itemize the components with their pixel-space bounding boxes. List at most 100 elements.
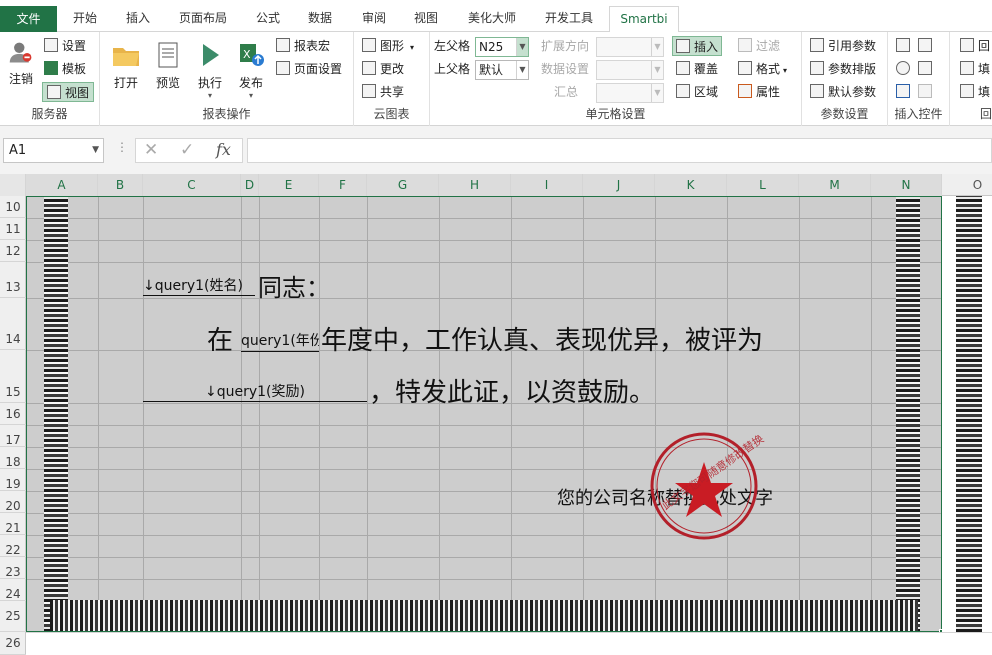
tab-insert[interactable]: 插入 (116, 7, 160, 31)
row-header[interactable]: 21 (0, 513, 26, 535)
data-setting-combo[interactable]: ▼ (596, 60, 664, 80)
property-button[interactable]: 属性 (738, 82, 780, 102)
column-header[interactable]: C (143, 174, 241, 196)
column-header[interactable]: A (26, 174, 98, 196)
tab-beautify-master[interactable]: 美化大师 (458, 7, 526, 31)
tab-developer[interactable]: 开发工具 (536, 7, 602, 31)
textbox-control-button[interactable] (896, 36, 914, 56)
certificate-region[interactable]: ↓query1(姓名) 同志： 在 query1(年份 年度中，工作认真、表现优… (26, 196, 942, 632)
insert-mode-button[interactable]: 插入 (672, 36, 723, 56)
checkbox-control-button[interactable] (896, 82, 914, 102)
chart-button[interactable]: 图形 ▾ (362, 36, 414, 56)
chevron-down-icon[interactable]: ▼ (92, 139, 99, 162)
row-header[interactable]: 15 (0, 350, 26, 403)
column-header[interactable]: K (655, 174, 727, 196)
extra-button-1[interactable]: 回 (960, 36, 990, 56)
logout-button[interactable]: 注销 (6, 40, 36, 87)
column-header[interactable]: M (799, 174, 871, 196)
open-button[interactable]: 打开 (110, 40, 142, 91)
overwrite-mode-button[interactable]: 覆盖 (676, 59, 718, 79)
column-header[interactable]: N (871, 174, 942, 196)
report-macro-button[interactable]: 报表宏 (276, 36, 330, 56)
award-field[interactable]: ↓query1(奖励) (143, 382, 367, 402)
extra-button-3[interactable]: 填 (960, 82, 990, 102)
view-label: 视图 (65, 86, 90, 100)
row-header[interactable]: 17 (0, 425, 26, 447)
summary-combo[interactable]: ▼ (596, 83, 664, 103)
column-header[interactable]: L (727, 174, 799, 196)
confirm-icon[interactable]: ✓ (180, 140, 194, 160)
column-header[interactable]: D (241, 174, 259, 196)
row-26-cells[interactable] (26, 632, 992, 655)
default-param-button[interactable]: 默认参数 (810, 82, 876, 102)
settings-button[interactable]: 设置 (44, 36, 86, 56)
left-parent-combo[interactable]: N25 ▼ (475, 37, 529, 57)
column-header[interactable]: J (583, 174, 655, 196)
publish-dropdown-icon[interactable]: ▾ (234, 91, 268, 100)
tab-data[interactable]: 数据 (298, 7, 342, 31)
tab-file[interactable]: 文件 (0, 6, 57, 32)
row-header[interactable]: 12 (0, 240, 26, 262)
tab-home[interactable]: 开始 (63, 7, 107, 31)
name-field[interactable]: ↓query1(姓名) (143, 276, 255, 296)
ref-param-button[interactable]: 引用参数 (810, 36, 876, 56)
chevron-down-icon[interactable]: ▼ (516, 38, 528, 56)
row-header[interactable]: 25 (0, 601, 26, 632)
chevron-down-icon[interactable]: ▼ (651, 38, 663, 56)
chevron-down-icon[interactable]: ▼ (516, 61, 528, 79)
extra-button-2[interactable]: 填 (960, 59, 990, 79)
change-button[interactable]: 更改 (362, 59, 404, 79)
row-header[interactable]: 18 (0, 447, 26, 469)
param-layout-button[interactable]: 参数排版 (810, 59, 876, 79)
cancel-icon[interactable]: ✕ (144, 140, 158, 160)
column-header[interactable]: B (98, 174, 143, 196)
list-control-button[interactable] (918, 82, 936, 102)
chevron-down-icon[interactable]: ▼ (651, 84, 663, 102)
template-button[interactable]: 模板 (44, 59, 86, 79)
row-header[interactable]: 10 (0, 196, 26, 218)
row-header[interactable]: 26 (0, 632, 26, 655)
column-header[interactable]: I (511, 174, 583, 196)
chevron-down-icon[interactable]: ▼ (651, 61, 663, 79)
view-button[interactable]: 视图 (42, 82, 95, 102)
row-header[interactable]: 11 (0, 218, 26, 240)
tree-control-button[interactable] (918, 59, 936, 79)
radio-control-button[interactable] (896, 59, 914, 79)
execute-dropdown-icon[interactable]: ▾ (194, 91, 226, 100)
name-box[interactable]: A1 ▼ (3, 138, 104, 163)
tab-view[interactable]: 视图 (404, 7, 448, 31)
formula-input[interactable] (247, 138, 992, 163)
row-header[interactable]: 24 (0, 579, 26, 601)
page-setup-button[interactable]: 页面设置 (276, 59, 342, 79)
expand-direction-combo[interactable]: ▼ (596, 37, 664, 57)
year-field[interactable]: query1(年份 (241, 330, 319, 352)
tab-page-layout[interactable]: 页面布局 (170, 7, 236, 31)
top-parent-combo[interactable]: 默认 ▼ (475, 60, 529, 80)
row-header[interactable]: 22 (0, 535, 26, 557)
column-header[interactable]: G (367, 174, 439, 196)
filter-button[interactable]: 过滤 (738, 36, 780, 56)
publish-button[interactable]: X 发布 ▾ (234, 40, 268, 100)
share-button[interactable]: 共享 (362, 82, 404, 102)
row-header[interactable]: 20 (0, 491, 26, 513)
row-header[interactable]: 13 (0, 262, 26, 298)
row-header[interactable]: 23 (0, 557, 26, 579)
select-all-corner[interactable] (0, 174, 26, 196)
format-button[interactable]: 格式 ▾ (738, 59, 787, 79)
row-header[interactable]: 19 (0, 469, 26, 491)
column-header[interactable]: H (439, 174, 511, 196)
column-header[interactable]: F (319, 174, 367, 196)
column-header[interactable]: O (942, 174, 992, 196)
row-header[interactable]: 14 (0, 298, 26, 350)
tab-smartbi[interactable]: Smartbi (609, 6, 679, 33)
tab-formulas[interactable]: 公式 (246, 7, 290, 31)
region-mode-button[interactable]: 区域 (676, 82, 718, 102)
preview-button[interactable]: 预览 (152, 40, 184, 91)
insert-function-icon[interactable]: fx (216, 140, 231, 159)
tab-review[interactable]: 审阅 (352, 7, 396, 31)
column-header[interactable]: E (259, 174, 319, 196)
execute-button[interactable]: 执行 ▾ (194, 40, 226, 100)
table-control-button[interactable] (918, 36, 936, 56)
formula-bar-grip-icon[interactable]: ⋮ (116, 140, 128, 154)
row-header[interactable]: 16 (0, 403, 26, 425)
